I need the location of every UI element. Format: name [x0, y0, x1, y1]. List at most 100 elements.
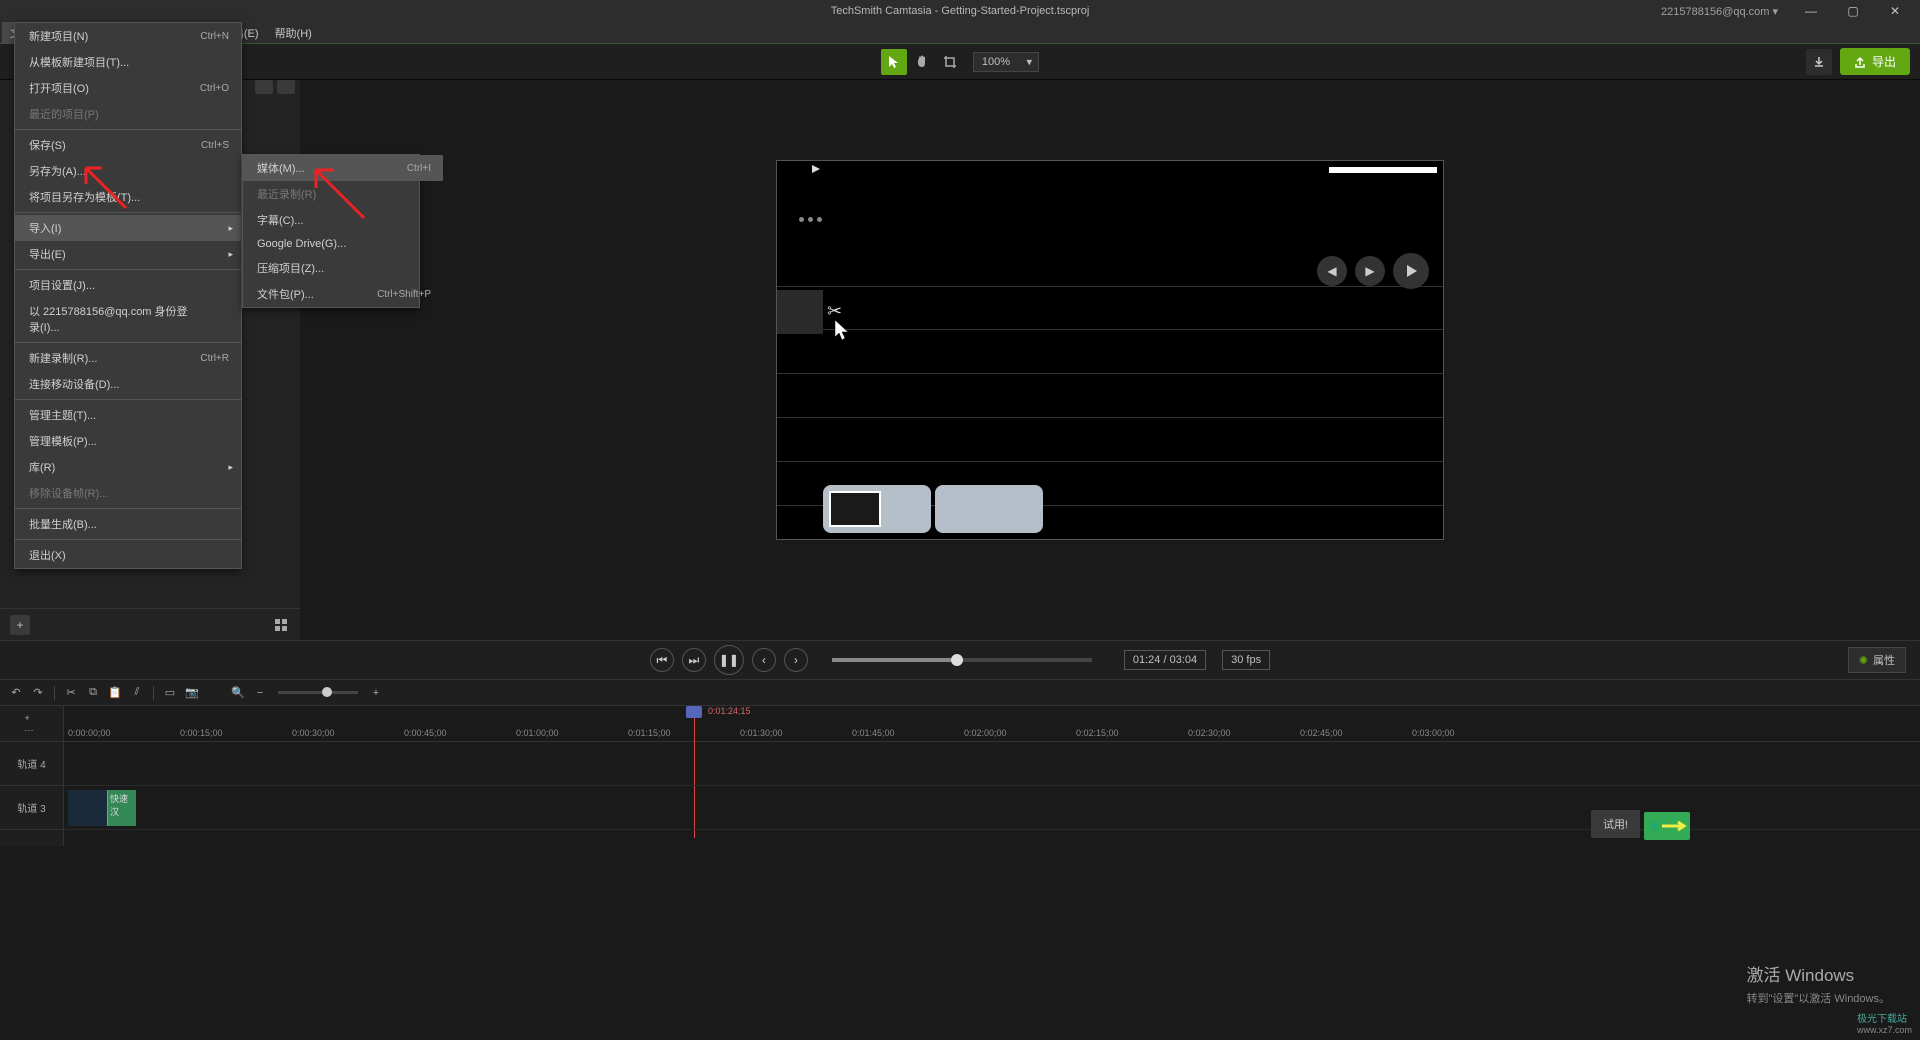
- redo-button[interactable]: ↷: [30, 685, 46, 701]
- annotation-arrow-2: [304, 158, 374, 228]
- zoom-out-button[interactable]: −: [252, 685, 268, 701]
- menu-import[interactable]: 导入(I)▸: [15, 215, 241, 241]
- menu-open-project[interactable]: 打开项目(O)Ctrl+O: [15, 75, 241, 101]
- track-row-4[interactable]: [64, 742, 1920, 786]
- clip-card-2[interactable]: [935, 485, 1043, 533]
- ruler-tick: 0:01:15;00: [628, 728, 671, 738]
- slider-knob[interactable]: [951, 654, 963, 666]
- gear-icon: ✺: [1859, 654, 1868, 667]
- add-track-button[interactable]: +: [25, 713, 39, 723]
- properties-button[interactable]: ✺ 属性: [1848, 647, 1906, 673]
- zoom-in-button[interactable]: +: [368, 685, 384, 701]
- paste-button[interactable]: 📋: [107, 685, 123, 701]
- playback-slider[interactable]: [832, 658, 1092, 662]
- ruler-tick: 0:02:30;00: [1188, 728, 1231, 738]
- undo-button[interactable]: ↶: [8, 685, 24, 701]
- ruler-tick: 0:03:00;00: [1412, 728, 1455, 738]
- ruler-tick: 0:02:45;00: [1300, 728, 1343, 738]
- account-label[interactable]: 2215788156@qq.com ▾: [1653, 5, 1786, 18]
- footer-logo-text: 极光下载站: [1857, 1014, 1907, 1025]
- hand-tool-button[interactable]: [909, 49, 935, 75]
- ruler-tick: 0:00:45;00: [404, 728, 447, 738]
- pause-button[interactable]: ❚❚: [714, 645, 744, 675]
- menu-export-sub[interactable]: 导出(E)▸: [15, 241, 241, 267]
- canvas-play-controls: ◀ ▶: [1317, 253, 1429, 289]
- menu-project-settings[interactable]: 项目设置(J)...: [15, 272, 241, 298]
- menu-save[interactable]: 保存(S)Ctrl+S: [15, 132, 241, 158]
- menu-manage-themes[interactable]: 管理主题(T)...: [15, 402, 241, 428]
- submenu-zip-project[interactable]: 压缩项目(Z)...: [243, 255, 443, 281]
- playhead-handle[interactable]: [686, 706, 702, 718]
- playback-bar: ⏮ ⏭ ❚❚ ‹ › 01:24 / 03:04 30 fps ✺ 属性: [0, 640, 1920, 680]
- submenu-package[interactable]: 文件包(P)...Ctrl+Shift+P: [243, 281, 443, 307]
- preview-canvas[interactable]: ✂ ◀ ▶: [776, 160, 1444, 540]
- clip-thumbnail: [829, 491, 881, 527]
- ruler-tick: 0:01:00;00: [516, 728, 559, 738]
- menu-signin[interactable]: 以 2215788156@qq.com 身份登录(I)...: [15, 298, 241, 340]
- ruler-tick: 0:01:30;00: [740, 728, 783, 738]
- grid-view-button[interactable]: [272, 616, 290, 634]
- submenu-arrow-icon: ▸: [228, 462, 233, 473]
- annotation-arrow-1: [76, 158, 132, 214]
- menu-connect-mobile[interactable]: 连接移动设备(D)...: [15, 371, 241, 397]
- canvas-track-start: [777, 290, 823, 334]
- upload-icon: [1854, 56, 1866, 68]
- cut-button[interactable]: ✂: [63, 685, 79, 701]
- caret-down-icon: ▾: [1027, 55, 1033, 68]
- panel-view-list[interactable]: [255, 80, 273, 94]
- cursor-tool-button[interactable]: [881, 49, 907, 75]
- trial-decoration: [1644, 812, 1690, 840]
- prev-frame-button[interactable]: ⏮: [650, 648, 674, 672]
- menu-new-recording[interactable]: 新建录制(R)...Ctrl+R: [15, 345, 241, 371]
- submenu-arrow-icon: ▸: [228, 249, 233, 260]
- step-back-button[interactable]: ⏭: [682, 648, 706, 672]
- split-button[interactable]: ⫽: [129, 685, 145, 701]
- zoom-fit-button[interactable]: 🔍: [230, 685, 246, 701]
- copy-button[interactable]: ⧉: [85, 685, 101, 701]
- submenu-google-drive[interactable]: Google Drive(G)...: [243, 233, 443, 255]
- clip-card-1[interactable]: [823, 485, 931, 533]
- ruler-tick: 0:01:45;00: [852, 728, 895, 738]
- menu-exit[interactable]: 退出(X): [15, 542, 241, 568]
- cursor-pointer-icon: [833, 319, 851, 346]
- crop-tool-button[interactable]: [937, 49, 963, 75]
- menu-manage-templates[interactable]: 管理模板(P)...: [15, 428, 241, 454]
- clip-thumb: [68, 790, 108, 826]
- zoom-level-select[interactable]: 100% ▾: [973, 52, 1039, 72]
- canvas-play-button[interactable]: [1393, 253, 1429, 289]
- next-marker-button[interactable]: ›: [784, 648, 808, 672]
- download-button[interactable]: [1806, 49, 1832, 75]
- title-bar: TechSmith Camtasia - Getting-Started-Pro…: [0, 0, 1920, 22]
- clip-cards: [823, 485, 1043, 533]
- prev-marker-button[interactable]: ‹: [752, 648, 776, 672]
- zoom-value: 100%: [982, 56, 1010, 68]
- close-button[interactable]: ✕: [1878, 0, 1912, 22]
- top-toolbar: 100% ▾ 导出: [0, 44, 1920, 80]
- camera-button[interactable]: 📷: [184, 685, 200, 701]
- panel-view-details[interactable]: [277, 80, 295, 94]
- maximize-button[interactable]: ▢: [1836, 0, 1870, 22]
- menu-library[interactable]: 库(R)▸: [15, 454, 241, 480]
- track-headers: + ⋯ 轨道 4 轨道 3: [0, 706, 64, 846]
- export-button[interactable]: 导出: [1840, 48, 1910, 75]
- menu-new-project[interactable]: 新建项目(N)Ctrl+N: [15, 23, 241, 49]
- menu-batch-produce[interactable]: 批量生成(B)...: [15, 511, 241, 537]
- track-options-button[interactable]: ⋯: [25, 725, 39, 735]
- device-frame-button[interactable]: ▭: [162, 685, 178, 701]
- timeline-ruler[interactable]: 0:00:00;00 0:00:15;00 0:00:30;00 0:00:45…: [64, 706, 1920, 742]
- track-header-3[interactable]: 轨道 3: [0, 786, 63, 830]
- timeline-toolbar: ↶ ↷ ✂ ⧉ 📋 ⫽ ▭ 📷 🔍 − +: [0, 680, 1920, 706]
- timeline-clip[interactable]: 快速汉: [68, 790, 136, 826]
- menu-new-from-template[interactable]: 从模板新建项目(T)...: [15, 49, 241, 75]
- menu-help[interactable]: 帮助(H): [267, 22, 320, 44]
- track-header-4[interactable]: 轨道 4: [0, 742, 63, 786]
- timeline-zoom-slider[interactable]: [278, 691, 358, 694]
- canvas-prev-button[interactable]: ◀: [1317, 256, 1347, 286]
- minimize-button[interactable]: —: [1794, 0, 1828, 22]
- trial-button[interactable]: 试用!: [1591, 810, 1640, 838]
- add-media-button[interactable]: +: [10, 615, 30, 635]
- submenu-arrow-icon: ▸: [228, 223, 233, 234]
- time-display: 01:24 / 03:04: [1124, 650, 1206, 670]
- track-row-3[interactable]: 快速汉: [64, 786, 1920, 830]
- canvas-next-button[interactable]: ▶: [1355, 256, 1385, 286]
